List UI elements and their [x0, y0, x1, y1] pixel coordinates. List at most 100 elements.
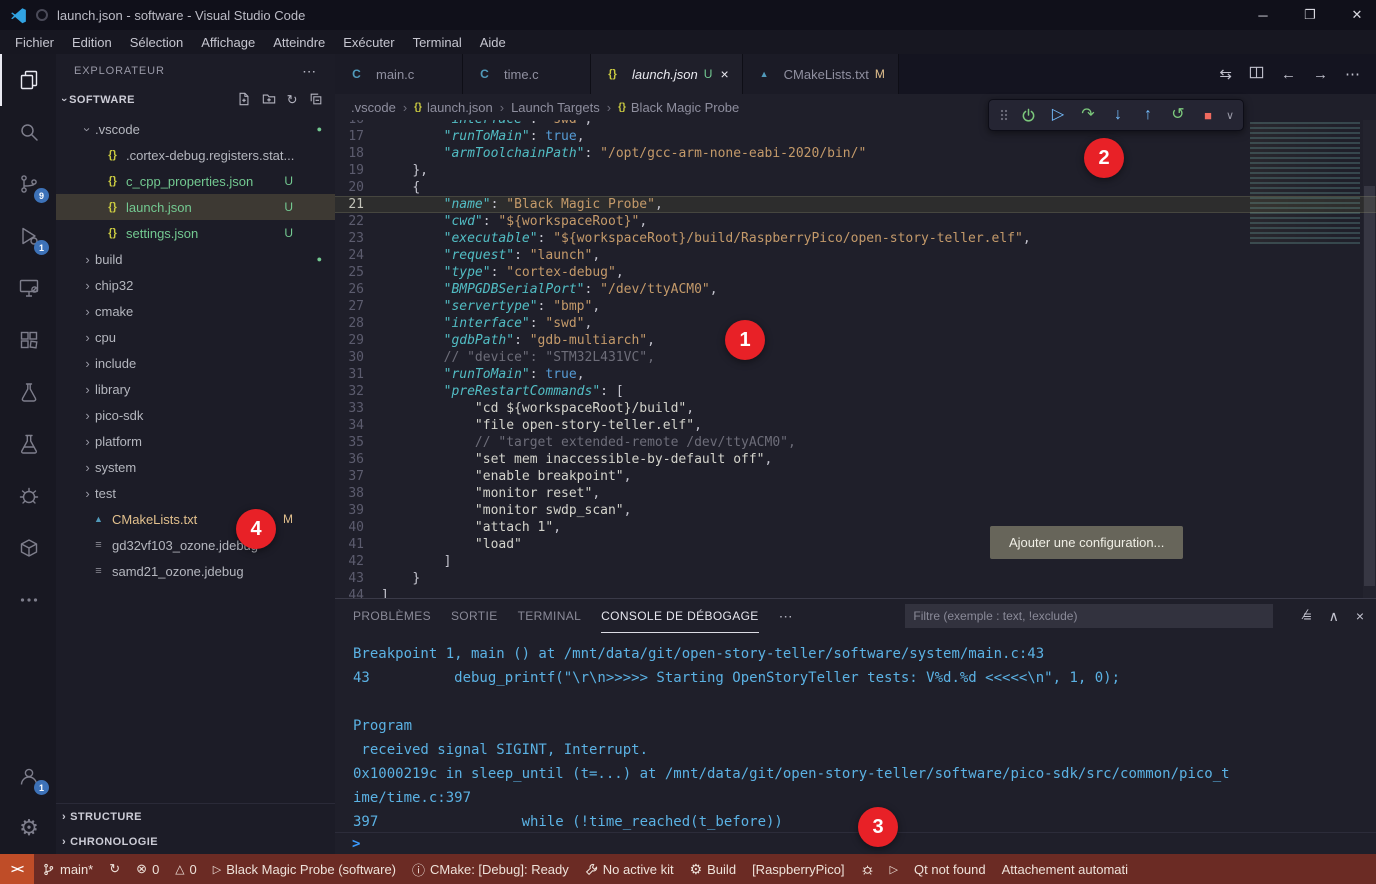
code-line-44[interactable]: 44]	[335, 587, 1376, 598]
tree-folder-pico-sdk[interactable]: ›pico-sdk	[56, 402, 335, 428]
code-line-28[interactable]: 28 "interface": "swd",	[335, 315, 1376, 332]
flask-icon[interactable]	[0, 418, 56, 470]
code-line-40[interactable]: 40 "attach 1",	[335, 519, 1376, 536]
code-line-26[interactable]: 26 "BMPGDBSerialPort": "/dev/ttyACM0",	[335, 281, 1376, 298]
tab-cmakelists-txt[interactable]: ▲CMakeLists.txtM	[743, 54, 899, 94]
code-line-25[interactable]: 25 "type": "cortex-debug",	[335, 264, 1376, 281]
status-no-active-kit[interactable]: No active kit	[577, 854, 682, 884]
status-qt-not-found[interactable]: Qt not found	[906, 854, 994, 884]
code-editor[interactable]: 16 "interface": "swd",17 "runToMain": tr…	[335, 120, 1376, 598]
close-tab-icon[interactable]: ×	[720, 66, 728, 82]
status-main[interactable]: main*	[34, 854, 101, 884]
section-chronologie[interactable]: ›CHRONOLOGIE	[56, 829, 335, 854]
forward-icon[interactable]: →	[1313, 66, 1328, 83]
maximize-panel-icon[interactable]: ∧	[1329, 608, 1339, 625]
add-configuration-button[interactable]: Ajouter une configuration...	[990, 526, 1183, 559]
tree-file-cmakelists-txt[interactable]: ▲CMakeLists.txtM	[56, 506, 335, 532]
restore-button[interactable]: ❐	[1291, 0, 1329, 30]
code-line-31[interactable]: 31 "runToMain": true,	[335, 366, 1376, 383]
menu-s-lection[interactable]: Sélection	[121, 35, 192, 50]
code-line-19[interactable]: 19 },	[335, 162, 1376, 179]
code-line-41[interactable]: 41 "load"	[335, 536, 1376, 553]
refresh-icon[interactable]: ↻	[287, 92, 298, 108]
code-line-30[interactable]: 30 // "device": "STM32L431VC",	[335, 349, 1376, 366]
code-line-20[interactable]: 20 {	[335, 179, 1376, 196]
tree-folder-cpu[interactable]: ›cpu	[56, 324, 335, 350]
menu-fichier[interactable]: Fichier	[6, 35, 63, 50]
breadcrumb-item-vscode[interactable]: .vscode	[351, 100, 396, 115]
menu-terminal[interactable]: Terminal	[404, 35, 471, 50]
code-line-23[interactable]: 23 "executable": "${workspaceRoot}/build…	[335, 230, 1376, 247]
status-play-icon[interactable]: ▷	[882, 854, 906, 884]
tab-main-c[interactable]: Cmain.c	[335, 54, 463, 94]
code-line-37[interactable]: 37 "enable breakpoint",	[335, 468, 1376, 485]
menu-edition[interactable]: Edition	[63, 35, 121, 50]
tree-folder-chip32[interactable]: ›chip32	[56, 272, 335, 298]
step-into-button[interactable]: ↓	[1103, 100, 1133, 130]
tab-launch-json[interactable]: {}launch.jsonU×	[591, 54, 743, 94]
panel-more-icon[interactable]: ⋯	[779, 608, 793, 625]
menu-atteindre[interactable]: Atteindre	[264, 35, 334, 50]
close-panel-icon[interactable]: ×	[1356, 608, 1364, 624]
code-line-32[interactable]: 32 "preRestartCommands": [	[335, 383, 1376, 400]
source-control-icon[interactable]: 9	[0, 158, 56, 210]
remote-explorer-icon[interactable]	[0, 262, 56, 314]
code-line-38[interactable]: 38 "monitor reset",	[335, 485, 1376, 502]
tree-folder-cmake[interactable]: ›cmake	[56, 298, 335, 324]
close-button[interactable]: ✕	[1338, 0, 1376, 30]
debug-console-input[interactable]: >	[335, 832, 1376, 854]
status-bug-icon[interactable]	[853, 854, 882, 884]
menu-ex-cuter[interactable]: Exécuter	[334, 35, 403, 50]
code-line-29[interactable]: 29 "gdbPath": "gdb-multiarch",	[335, 332, 1376, 349]
new-folder-icon[interactable]	[262, 92, 276, 109]
status-attachement-automati[interactable]: Attachement automati	[994, 854, 1136, 884]
panel-tab-sortie[interactable]: SORTIE	[451, 599, 498, 633]
settings-gear-icon[interactable]: ⚙	[0, 802, 56, 854]
beaker-icon[interactable]	[0, 366, 56, 418]
menu-aide[interactable]: Aide	[471, 35, 515, 50]
package-icon[interactable]	[0, 522, 56, 574]
code-line-24[interactable]: 24 "request": "launch",	[335, 247, 1376, 264]
code-line-39[interactable]: 39 "monitor swdp_scan",	[335, 502, 1376, 519]
code-line-34[interactable]: 34 "file open-story-teller.elf",	[335, 417, 1376, 434]
breadcrumb-item-black-magic-probe[interactable]: {}Black Magic Probe	[618, 100, 739, 115]
console-filter-input[interactable]	[905, 604, 1273, 628]
tree-folder-library[interactable]: ›library	[56, 376, 335, 402]
status-raspberrypico[interactable]: [RaspberryPico]	[744, 854, 852, 884]
panel-tab-terminal[interactable]: TERMINAL	[518, 599, 582, 633]
breadcrumb-item-launch-targets[interactable]: Launch Targets	[511, 100, 600, 115]
code-line-35[interactable]: 35 // "target extended-remote /dev/ttyAC…	[335, 434, 1376, 451]
panel-tab-console-de-d-bogage[interactable]: CONSOLE DE DÉBOGAGE	[601, 599, 759, 633]
section-software[interactable]: › SOFTWARE ↻	[56, 88, 335, 112]
minimap[interactable]	[1250, 122, 1360, 244]
tree-file-samd21-ozone-jdebug[interactable]: ≡samd21_ozone.jdebug	[56, 558, 335, 584]
continue-button[interactable]: ▷	[1043, 100, 1073, 130]
tree-folder-include[interactable]: ›include	[56, 350, 335, 376]
explorer-icon[interactable]	[0, 54, 56, 106]
back-icon[interactable]: ←	[1281, 66, 1296, 83]
status-0[interactable]: ⊗0	[128, 854, 167, 884]
code-line-21[interactable]: 21 "name": "Black Magic Probe",	[335, 196, 1376, 213]
more-tools-icon[interactable]	[0, 574, 56, 626]
clear-console-icon[interactable]: ≡∕	[1303, 608, 1311, 624]
code-line-36[interactable]: 36 "set mem inaccessible-by-default off"…	[335, 451, 1376, 468]
tree-file-cortex-debug-registers-stat[interactable]: {}.cortex-debug.registers.stat...	[56, 142, 335, 168]
collapse-all-icon[interactable]	[309, 92, 323, 109]
restart-button[interactable]: ↺	[1163, 100, 1193, 130]
code-line-42[interactable]: 42 ]	[335, 553, 1376, 570]
bug-round-icon[interactable]	[0, 470, 56, 522]
power-button[interactable]	[1013, 100, 1043, 130]
drag-handle-icon[interactable]	[995, 107, 1013, 123]
tree-file-launch-json[interactable]: {}launch.jsonU	[56, 194, 335, 220]
split-editor-icon[interactable]	[1249, 65, 1264, 84]
status-cmake-debug-ready[interactable]: ⓘCMake: [Debug]: Ready	[404, 854, 577, 884]
status-black-magic-probe-software[interactable]: ▷Black Magic Probe (software)	[205, 854, 404, 884]
status-0[interactable]: △0	[167, 854, 204, 884]
account-icon[interactable]: 1	[0, 750, 56, 802]
stop-button[interactable]: ■	[1193, 100, 1223, 130]
tree-folder-system[interactable]: ›system	[56, 454, 335, 480]
step-out-button[interactable]: ↑	[1133, 100, 1163, 130]
tree-folder-test[interactable]: ›test	[56, 480, 335, 506]
tree-file-gd32vf103-ozone-jdebug[interactable]: ≡gd32vf103_ozone.jdebug	[56, 532, 335, 558]
code-line-22[interactable]: 22 "cwd": "${workspaceRoot}",	[335, 213, 1376, 230]
